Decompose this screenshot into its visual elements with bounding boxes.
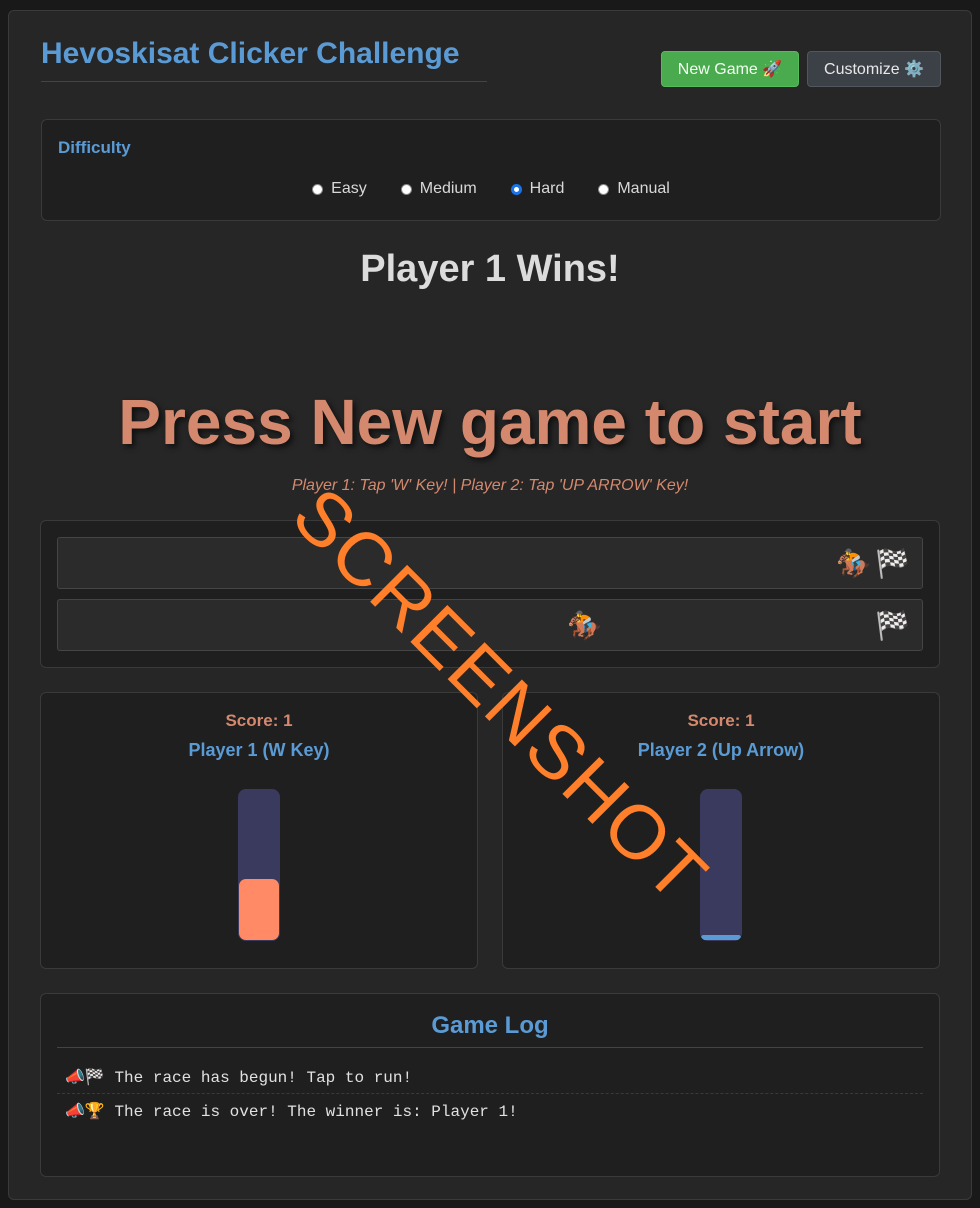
difficulty-option-hard[interactable]: Hard [510,180,565,198]
player-score: Score: 1 [687,711,755,730]
log-entry: 📣🏆 The race is over! The winner is: Play… [65,1103,518,1121]
player-1-panel: Score: 1 Player 1 (W Key) [40,692,478,969]
radio-easy[interactable] [312,183,324,195]
difficulty-option-label: Easy [331,180,367,197]
player-2-panel: Score: 1 Player 2 (Up Arrow) [502,692,940,969]
radio-manual[interactable] [598,183,610,195]
game-log-panel: Game Log 📣🏁 The race has begun! Tap to r… [40,993,940,1177]
difficulty-panel: Difficulty Easy Medium Hard Manual [41,119,941,221]
game-log-entries: 📣🏁 The race has begun! Tap to run! 📣🏆 Th… [57,1060,923,1127]
controls-instructions: Player 1: Tap 'W' Key! | Player 2: Tap '… [291,477,689,494]
difficulty-options: Easy Medium Hard Manual [42,180,940,198]
player-name: Player 1 (W Key) [188,740,330,760]
difficulty-option-label: Medium [419,180,477,197]
horse-icon: 🏇 [567,610,603,641]
player-name: Player 2 (Up Arrow) [637,740,805,760]
player-score: Score: 1 [225,711,293,730]
difficulty-label: Difficulty [58,138,131,157]
page-title: Hevoskisat Clicker Challenge [41,37,460,70]
radio-medium[interactable] [400,183,412,195]
customize-button[interactable]: Customize ⚙️ [807,51,941,87]
title-divider [41,81,487,82]
difficulty-option-medium[interactable]: Medium [400,180,477,198]
finish-flag-icon: 🏁 [875,610,910,641]
difficulty-option-label: Hard [529,180,565,197]
game-status: Player 1 Wins! [360,248,620,290]
tap-meter-fill [239,879,279,940]
tap-meter-fill [701,935,741,940]
game-log-divider [57,1047,923,1048]
race-lane-player-2: 🏇 🏁 [57,599,923,651]
start-message: Press New game to start [118,386,862,458]
horse-icon: 🏇 [836,548,871,579]
log-entry: 📣🏁 The race has begun! Tap to run! [57,1060,923,1094]
difficulty-option-label: Manual [617,180,670,197]
race-lane-player-1: 🏇 🏁 [57,537,923,589]
race-track: 🏇 🏁 🏇 🏁 [40,520,940,668]
difficulty-option-easy[interactable]: Easy [312,180,367,198]
difficulty-option-manual[interactable]: Manual [598,180,670,198]
tap-meter [238,789,280,941]
finish-flag-icon: 🏁 [875,548,910,579]
radio-hard[interactable] [510,183,522,195]
game-log-title: Game Log [431,1012,549,1039]
new-game-button[interactable]: New Game 🚀 [661,51,799,87]
tap-meter [700,789,742,941]
